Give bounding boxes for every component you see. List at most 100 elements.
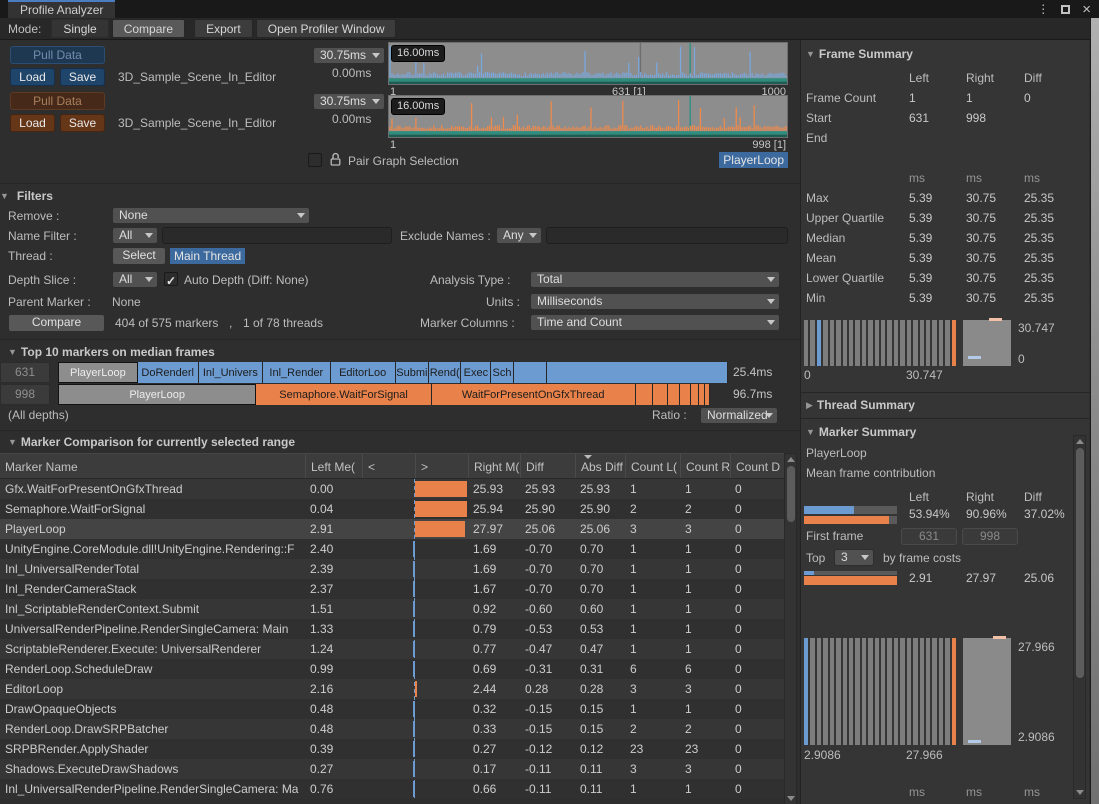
top10-row[interactable]: 631 PlayerLoopDoRenderlInl_UniversInl_Ren… [0,362,800,383]
table-row[interactable]: Semaphore.WaitForSignal0.0425.9425.9025.… [0,499,784,519]
scrollbar-thumb[interactable] [787,466,795,522]
foldout-closed-icon[interactable]: ▶ [806,400,813,411]
pair-graph-selection-checkbox[interactable] [308,153,322,167]
column-header[interactable]: Count R [680,454,730,478]
exclude-mode-dropdown[interactable]: Any [496,227,542,244]
table-row[interactable]: Gfx.WaitForPresentOnGfxThread0.0025.9325… [0,479,784,499]
top10-row[interactable]: 998 PlayerLoopSemaphore.WaitForSignalWait… [0,384,800,405]
frame-summary-boxplot[interactable] [963,320,1011,366]
table-row[interactable]: DrawOpaqueObjects0.480.32-0.150.15110 [0,699,784,719]
marker-segment[interactable]: DoRenderl [138,362,199,383]
marker-segment[interactable]: PlayerLoop [58,384,256,405]
column-header[interactable]: Right M( [468,454,520,478]
close-icon[interactable]: × [1082,2,1091,17]
marker-segment[interactable]: Sch [491,362,513,383]
column-header[interactable]: < [362,454,415,478]
frame-number-box[interactable]: 631 [0,362,50,383]
table-row[interactable]: Inl_UniversalRenderPipeline.RenderSingle… [0,779,784,799]
table-row[interactable]: RenderLoop.ScheduleDraw0.990.69-0.310.31… [0,659,784,679]
auto-depth-checkbox[interactable] [164,272,178,286]
top-n-dropdown[interactable]: 3 [834,549,874,566]
marker-segment-small[interactable] [636,384,653,405]
top10-marker-bar[interactable]: PlayerLoopDoRenderlInl_UniversInl_Render… [58,362,728,383]
table-row[interactable]: Inl_RenderCameraStack2.371.67-0.700.7011… [0,579,784,599]
marker-segment[interactable]: Submi [396,362,430,383]
marker-segment-small[interactable] [680,384,691,405]
column-header[interactable]: Count D [730,454,784,478]
foldout-open-icon[interactable]: ▼ [8,437,17,447]
exclude-names-input[interactable] [546,227,788,244]
save-left-button[interactable]: Save [60,68,105,86]
first-frame-left-button[interactable]: 631 [901,528,957,545]
table-row[interactable]: RenderLoop.DrawSRPBatcher0.480.33-0.150.… [0,719,784,739]
marker-columns-dropdown[interactable]: Time and Count [530,314,780,331]
remove-dropdown[interactable]: None [112,207,310,224]
column-header[interactable]: Marker Name [0,454,305,478]
frame-time-graph-right[interactable]: 16.00ms [388,95,788,138]
window-tab-profile-analyzer[interactable]: Profile Analyzer [8,0,115,18]
thread-select-button[interactable]: Select [112,247,166,265]
column-header[interactable]: Count L( [625,454,680,478]
marker-segment-small[interactable] [653,384,668,405]
table-row[interactable]: SRPBRender.ApplyShader0.390.27-0.120.122… [0,739,784,759]
marker-segment[interactable]: EditorLoo [331,362,396,383]
table-row[interactable]: Inl_UniversalRenderTotal2.391.69-0.700.7… [0,559,784,579]
table-row[interactable]: UnityEngine.CoreModule.dll!UnityEngine.R… [0,539,784,559]
marker-segment[interactable]: Exec [461,362,491,383]
table-row[interactable]: Shadows.ExecuteDrawShadows0.270.17-0.110… [0,759,784,779]
table-header[interactable]: Marker NameLeft Me(<>Right M(DiffAbs Dif… [0,453,784,479]
first-frame-right-button[interactable]: 998 [962,528,1018,545]
top10-marker-bar[interactable]: PlayerLoopSemaphore.WaitForSignalWaitFor… [58,384,728,405]
marker-summary-histogram[interactable] [804,638,956,745]
foldout-open-icon[interactable]: ▼ [806,49,815,59]
scroll-up-icon[interactable] [1076,439,1084,444]
foldout-open-icon[interactable]: ▼ [8,347,17,357]
column-header[interactable]: Left Me( [305,454,362,478]
table-row[interactable]: PlayerLoop2.9127.9725.0625.06330 [0,519,784,539]
save-right-button[interactable]: Save [60,114,105,132]
open-profiler-window-button[interactable]: Open Profiler Window [256,19,397,38]
foldout-open-icon[interactable]: ▼ [806,427,815,437]
marker-segment[interactable]: Rend( [429,362,461,383]
mode-compare-button[interactable]: Compare [112,19,185,38]
frame-time-graph-left[interactable]: 16.00ms [388,42,788,85]
graph-scale-dropdown-left[interactable]: 30.75ms [313,47,385,64]
pull-data-right-button[interactable]: Pull Data [10,92,105,110]
column-header[interactable]: > [415,454,468,478]
marker-segment-small[interactable] [691,384,699,405]
marker-segment[interactable]: Semaphore.WaitForSignal [256,384,432,405]
panel-scrollbar[interactable] [1073,435,1086,799]
marker-segment[interactable]: Inl_Univers [199,362,263,383]
load-left-button[interactable]: Load [10,68,55,86]
marker-segment[interactable]: PlayerLoop [58,362,138,383]
maximize-icon[interactable] [1061,5,1070,14]
table-row[interactable]: ScriptableRenderer.Execute: UniversalRen… [0,639,784,659]
foldout-open-icon[interactable]: ▼ [0,187,9,205]
marker-segment[interactable]: WaitForPresentOnGfxThread [432,384,636,405]
table-row[interactable]: Inl_ScriptableRenderContext.Submit1.510.… [0,599,784,619]
marker-segment-small[interactable] [547,362,728,383]
export-button[interactable]: Export [194,19,253,38]
column-header[interactable]: Abs Diff [575,454,625,478]
name-filter-mode-dropdown[interactable]: All [112,227,158,244]
frame-number-box[interactable]: 998 [0,384,50,405]
marker-segment[interactable]: Inl_Render [263,362,331,383]
kebab-menu-icon[interactable]: ⋮ [1037,2,1049,16]
table-row[interactable]: UniversalRenderPipeline.RenderSingleCame… [0,619,784,639]
load-right-button[interactable]: Load [10,114,55,132]
analysis-type-dropdown[interactable]: Total [530,271,780,288]
table-scrollbar[interactable] [784,453,797,804]
marker-segment-small[interactable] [514,362,548,383]
marker-segment-small[interactable] [705,384,710,405]
marker-segment-small[interactable] [668,384,681,405]
column-header[interactable]: Diff [520,454,575,478]
frame-summary-histogram[interactable] [804,320,956,366]
table-row[interactable]: EditorLoop2.162.440.280.28330 [0,679,784,699]
depth-slice-dropdown[interactable]: All [112,271,158,288]
scroll-up-icon[interactable] [787,457,795,462]
marker-summary-boxplot[interactable] [963,638,1011,745]
ratio-dropdown[interactable]: Normalized [700,407,778,424]
compare-button[interactable]: Compare [8,314,105,332]
units-dropdown[interactable]: Milliseconds [530,293,780,310]
scroll-down-icon[interactable] [787,796,795,801]
